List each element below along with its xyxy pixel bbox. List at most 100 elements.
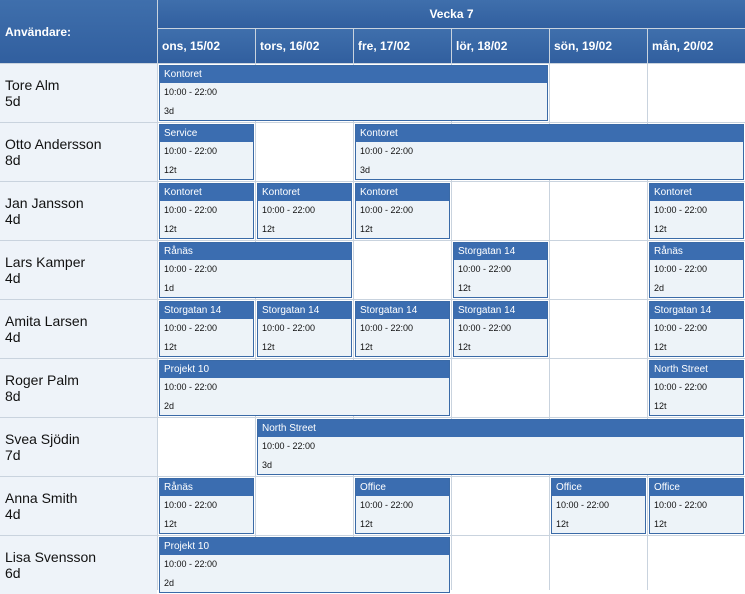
user-name: Lisa Svensson <box>5 549 97 565</box>
schedule-event[interactable]: Kontoret 10:00 - 22:00 12t <box>355 183 450 239</box>
event-duration: 12t <box>360 224 373 234</box>
user-cell[interactable]: Anna Smith 4d <box>0 477 157 535</box>
day-header[interactable]: tors, 16/02 <box>256 29 353 63</box>
day-cell[interactable] <box>550 300 647 358</box>
user-cell[interactable]: Jan Jansson 4d <box>0 182 157 240</box>
event-time: 10:00 - 22:00 <box>262 441 316 451</box>
schedule-event[interactable]: Kontoret 10:00 - 22:00 3d <box>159 65 548 121</box>
event-duration: 1d <box>164 283 175 293</box>
event-time: 10:00 - 22:00 <box>164 323 218 333</box>
user-name: Svea Sjödin <box>5 431 80 447</box>
user-name: Anna Smith <box>5 490 78 506</box>
event-time: 10:00 - 22:00 <box>164 264 218 274</box>
day-cell[interactable] <box>648 536 745 594</box>
user-cell[interactable]: Lisa Svensson 6d <box>0 536 157 594</box>
schedule-event[interactable]: Storgatan 14 10:00 - 22:00 12t <box>159 301 254 357</box>
event-time: 10:00 - 22:00 <box>164 382 218 392</box>
event-title: North Street <box>650 361 743 378</box>
day-cell[interactable] <box>550 182 647 240</box>
user-cell[interactable]: Amita Larsen 4d <box>0 300 157 358</box>
day-cell[interactable] <box>256 123 353 181</box>
schedule-event[interactable]: Office 10:00 - 22:00 12t <box>551 478 646 534</box>
schedule-event[interactable]: Office 10:00 - 22:00 12t <box>355 478 450 534</box>
schedule-event[interactable]: Storgatan 14 10:00 - 22:00 12t <box>355 301 450 357</box>
event-title: Rånäs <box>650 243 743 260</box>
event-duration: 12t <box>360 519 373 529</box>
event-time: 10:00 - 22:00 <box>262 205 316 215</box>
user-name: Lars Kamper <box>5 254 86 270</box>
event-time: 10:00 - 22:00 <box>164 500 218 510</box>
event-time: 10:00 - 22:00 <box>262 323 316 333</box>
event-duration: 12t <box>458 283 471 293</box>
day-header[interactable]: lör, 18/02 <box>452 29 549 63</box>
day-cell[interactable] <box>452 359 549 417</box>
event-title: Storgatan 14 <box>160 302 253 319</box>
day-header[interactable]: fre, 17/02 <box>354 29 451 63</box>
day-header[interactable]: ons, 15/02 <box>158 29 255 63</box>
schedule-event[interactable]: Projekt 10 10:00 - 22:00 2d <box>159 360 450 416</box>
event-duration: 12t <box>164 342 177 352</box>
schedule-event[interactable]: Kontoret 10:00 - 22:00 12t <box>159 183 254 239</box>
day-cell[interactable] <box>550 241 647 299</box>
event-duration: 12t <box>654 401 667 411</box>
schedule-event[interactable]: North Street 10:00 - 22:00 3d <box>257 419 744 475</box>
schedule-event[interactable]: Service 10:00 - 22:00 12t <box>159 124 254 180</box>
user-cell[interactable]: Otto Andersson 8d <box>0 123 157 181</box>
event-duration: 3d <box>164 106 175 116</box>
event-time: 10:00 - 22:00 <box>164 559 218 569</box>
user-day-count: 4d <box>5 211 21 227</box>
event-title: Storgatan 14 <box>454 243 547 260</box>
day-header[interactable]: sön, 19/02 <box>550 29 647 63</box>
schedule-event[interactable]: Storgatan 14 10:00 - 22:00 12t <box>453 301 548 357</box>
event-title: Kontoret <box>356 184 449 201</box>
schedule-event[interactable]: Storgatan 14 10:00 - 22:00 12t <box>453 242 548 298</box>
user-cell[interactable]: Lars Kamper 4d <box>0 241 157 299</box>
day-cell[interactable] <box>256 477 353 535</box>
schedule-event[interactable]: Office 10:00 - 22:00 12t <box>649 478 744 534</box>
user-day-count: 7d <box>5 447 21 463</box>
day-cell[interactable] <box>550 359 647 417</box>
user-day-count: 8d <box>5 388 21 404</box>
event-duration: 12t <box>262 224 275 234</box>
event-time: 10:00 - 22:00 <box>556 500 610 510</box>
day-cell[interactable] <box>550 64 647 122</box>
event-duration: 12t <box>556 519 569 529</box>
day-cell[interactable] <box>648 64 745 122</box>
event-duration: 2d <box>164 401 175 411</box>
event-title: North Street <box>258 420 743 437</box>
schedule-event[interactable]: Storgatan 14 10:00 - 22:00 12t <box>649 301 744 357</box>
event-time: 10:00 - 22:00 <box>458 264 512 274</box>
schedule-event[interactable]: Rånäs 10:00 - 22:00 2d <box>649 242 744 298</box>
event-title: Storgatan 14 <box>258 302 351 319</box>
user-cell[interactable]: Tore Alm 5d <box>0 64 157 122</box>
day-cell[interactable] <box>452 182 549 240</box>
event-title: Rånäs <box>160 479 253 496</box>
event-title: Kontoret <box>258 184 351 201</box>
user-day-count: 8d <box>5 152 21 168</box>
day-cell[interactable] <box>452 536 549 594</box>
schedule-event[interactable]: Kontoret 10:00 - 22:00 12t <box>257 183 352 239</box>
schedule-event[interactable]: Rånäs 10:00 - 22:00 1d <box>159 242 352 298</box>
day-cell[interactable] <box>354 241 451 299</box>
schedule-event[interactable]: Projekt 10 10:00 - 22:00 2d <box>159 537 450 593</box>
schedule-event[interactable]: Storgatan 14 10:00 - 22:00 12t <box>257 301 352 357</box>
schedule-event[interactable]: Kontoret 10:00 - 22:00 12t <box>649 183 744 239</box>
day-header[interactable]: mån, 20/02 <box>648 29 745 63</box>
schedule-event[interactable]: North Street 10:00 - 22:00 12t <box>649 360 744 416</box>
user-cell[interactable]: Svea Sjödin 7d <box>0 418 157 476</box>
day-cell[interactable] <box>452 477 549 535</box>
event-time: 10:00 - 22:00 <box>164 205 218 215</box>
event-title: Kontoret <box>160 66 547 83</box>
event-time: 10:00 - 22:00 <box>164 87 218 97</box>
day-cell[interactable] <box>158 418 255 476</box>
schedule-event[interactable]: Kontoret 10:00 - 22:00 3d <box>355 124 744 180</box>
event-title: Kontoret <box>356 125 743 142</box>
event-title: Storgatan 14 <box>454 302 547 319</box>
day-cell[interactable] <box>550 536 647 594</box>
schedule-event[interactable]: Rånäs 10:00 - 22:00 12t <box>159 478 254 534</box>
user-cell[interactable]: Roger Palm 8d <box>0 359 157 417</box>
user-day-count: 6d <box>5 565 21 581</box>
event-title: Service <box>160 125 253 142</box>
event-duration: 12t <box>164 165 177 175</box>
event-duration: 2d <box>654 283 665 293</box>
